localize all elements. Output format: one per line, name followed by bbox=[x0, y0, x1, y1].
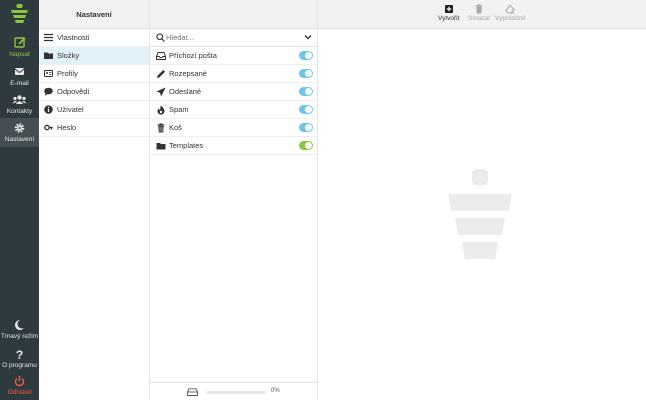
rail-email[interactable]: E-mail bbox=[0, 62, 39, 91]
rail-dark-mode[interactable]: Tmavý režim bbox=[0, 315, 39, 344]
folder-row-sent[interactable]: Odeslané bbox=[150, 83, 317, 101]
svg-text:?: ? bbox=[16, 348, 23, 361]
compose-icon bbox=[14, 37, 26, 48]
subscribe-toggle[interactable] bbox=[299, 141, 313, 150]
eraser-icon bbox=[505, 4, 516, 14]
contacts-icon bbox=[12, 95, 27, 104]
quota-bar: 0% bbox=[150, 382, 317, 400]
toolbar: Vytvořit Smazat Vyprázdnit bbox=[318, 0, 646, 29]
envelope-icon bbox=[14, 68, 25, 75]
power-icon bbox=[14, 376, 25, 387]
storage-icon bbox=[187, 388, 198, 396]
folder-row-templates[interactable]: Templates bbox=[150, 137, 317, 155]
rail-about-label: O programu bbox=[2, 362, 37, 369]
create-label: Vytvořit bbox=[438, 15, 460, 22]
rail-compose-label: Napsat bbox=[9, 51, 30, 58]
trash-icon bbox=[475, 4, 483, 14]
folder-icon bbox=[44, 52, 53, 59]
rail-logout-label: Odhlásit bbox=[7, 389, 32, 396]
main-rail: Napsat E-mail Kontakty Nastavení Tmavý r… bbox=[0, 0, 39, 400]
settings-title: Nastavení bbox=[39, 0, 149, 29]
watermark-logo-icon bbox=[448, 169, 512, 259]
inbox-icon bbox=[156, 52, 166, 60]
folder-name: Templates bbox=[169, 141, 204, 150]
folder-name: Příchozí pošta bbox=[169, 51, 217, 60]
rail-settings-label: Nastavení bbox=[4, 136, 35, 143]
rail-email-label: E-mail bbox=[10, 80, 29, 87]
folder-icon bbox=[156, 143, 166, 150]
quota-track bbox=[206, 391, 266, 394]
rail-contacts-label: Kontakty bbox=[6, 108, 33, 115]
quota-percent: 0% bbox=[271, 388, 280, 394]
settings-nav: Nastavení Vlastnosti Složky Profily Odpo… bbox=[39, 0, 150, 400]
nav-item-preferences[interactable]: Vlastnosti bbox=[39, 29, 149, 47]
rail-compose[interactable]: Napsat bbox=[0, 33, 39, 62]
chevron-down-icon[interactable] bbox=[304, 33, 312, 41]
delete-button[interactable]: Smazat bbox=[468, 4, 490, 24]
nav-item-label: Vlastnosti bbox=[57, 33, 90, 42]
rail-logout[interactable]: Odhlásit bbox=[0, 371, 39, 400]
nav-item-label: Uživatel bbox=[57, 105, 84, 114]
moon-icon bbox=[15, 320, 24, 330]
nav-item-password[interactable]: Heslo bbox=[39, 119, 149, 137]
create-button[interactable]: Vytvořit bbox=[438, 4, 459, 24]
purge-button[interactable]: Vyprázdnit bbox=[495, 4, 525, 24]
nav-item-responses[interactable]: Odpovědi bbox=[39, 83, 149, 101]
nav-item-label: Složky bbox=[57, 51, 80, 60]
delete-label: Smazat bbox=[468, 15, 491, 22]
nav-item-folders[interactable]: Složky bbox=[39, 47, 149, 65]
folder-search bbox=[150, 29, 317, 47]
rail-contacts[interactable]: Kontakty bbox=[0, 90, 39, 119]
subscribe-toggle[interactable] bbox=[299, 87, 313, 96]
folder-search-input[interactable] bbox=[166, 31, 296, 44]
subscribe-toggle[interactable] bbox=[299, 69, 313, 78]
nav-item-label: Profily bbox=[57, 69, 78, 78]
nav-item-identities[interactable]: Profily bbox=[39, 65, 149, 83]
id-card-icon bbox=[44, 70, 53, 77]
rail-about[interactable]: ? O programu bbox=[0, 344, 39, 373]
nav-item-label: Heslo bbox=[57, 123, 77, 132]
folder-row-inbox[interactable]: Příchozí pošta bbox=[150, 47, 317, 65]
question-icon: ? bbox=[16, 348, 23, 361]
paper-plane-icon bbox=[156, 87, 166, 97]
plus-square-icon bbox=[444, 5, 453, 13]
folder-name: Koš bbox=[169, 123, 182, 132]
comment-icon bbox=[44, 87, 53, 96]
trash-icon bbox=[157, 123, 165, 133]
subscribe-toggle[interactable] bbox=[299, 123, 313, 132]
folder-list-panel: Příchozí pošta Rozepsané Odeslané Spam bbox=[150, 0, 318, 400]
content-pane: Vytvořit Smazat Vyprázdnit bbox=[318, 0, 646, 400]
fire-icon bbox=[157, 105, 165, 115]
folder-name: Odeslané bbox=[169, 87, 202, 96]
purge-label: Vyprázdnit bbox=[495, 15, 526, 22]
folder-name: Spam bbox=[169, 105, 189, 114]
folder-name: Rozepsané bbox=[169, 69, 207, 78]
sliders-icon bbox=[44, 33, 53, 42]
search-icon bbox=[156, 33, 165, 42]
logo-icon bbox=[11, 4, 28, 23]
rail-settings[interactable]: Nastavení bbox=[0, 118, 39, 147]
key-icon bbox=[44, 124, 53, 131]
folder-list-header bbox=[150, 0, 317, 29]
subscribe-toggle[interactable] bbox=[299, 105, 313, 114]
gear-icon bbox=[14, 123, 25, 133]
subscribe-toggle[interactable] bbox=[299, 51, 313, 60]
folder-row-spam[interactable]: Spam bbox=[150, 101, 317, 119]
folder-row-trash[interactable]: Koš bbox=[150, 119, 317, 137]
nav-item-user[interactable]: Uživatel bbox=[39, 101, 149, 119]
app-window: Napsat E-mail Kontakty Nastavení Tmavý r… bbox=[0, 0, 646, 400]
nav-item-label: Odpovědi bbox=[57, 87, 90, 96]
folder-row-drafts[interactable]: Rozepsané bbox=[150, 65, 317, 83]
pencil-icon bbox=[157, 70, 165, 78]
rail-dark-mode-label: Tmavý režim bbox=[0, 333, 39, 340]
info-icon bbox=[44, 105, 53, 114]
